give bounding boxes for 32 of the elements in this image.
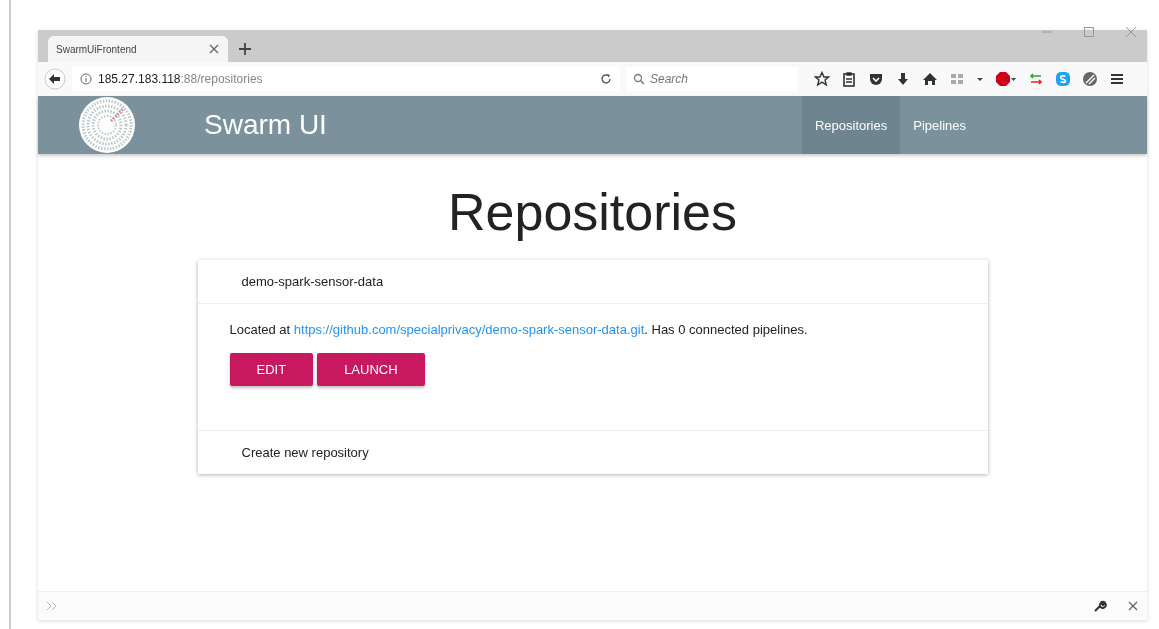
repository-name: demo-spark-sensor-data bbox=[241, 274, 384, 289]
address-bar[interactable]: 185.27.183.118:88/repositories bbox=[72, 67, 620, 91]
info-icon[interactable] bbox=[80, 73, 92, 85]
close-icon[interactable] bbox=[1125, 26, 1137, 38]
arrows-icon[interactable] bbox=[1028, 71, 1044, 87]
new-tab-icon[interactable] bbox=[238, 42, 252, 56]
clipboard-icon[interactable] bbox=[841, 71, 857, 87]
browser-tab[interactable]: SwarmUiFrontend bbox=[48, 36, 228, 62]
maximize-icon[interactable] bbox=[1083, 26, 1095, 38]
close-icon[interactable] bbox=[208, 43, 220, 55]
back-icon[interactable] bbox=[44, 68, 66, 90]
create-repository-item[interactable]: Create new repository bbox=[241, 445, 369, 460]
striped-circle-icon[interactable] bbox=[1082, 71, 1098, 87]
search-field[interactable]: Search bbox=[626, 67, 798, 91]
app-title: Swarm UI bbox=[204, 109, 327, 141]
nav-link[interactable]: Repositories bbox=[801, 96, 901, 154]
download-icon[interactable] bbox=[895, 71, 911, 87]
action-button[interactable]: EDIT bbox=[229, 353, 314, 386]
close-icon[interactable] bbox=[1127, 600, 1139, 612]
reload-icon[interactable] bbox=[600, 73, 612, 85]
stop-sign-icon[interactable] bbox=[995, 71, 1017, 87]
wrench-icon[interactable] bbox=[1093, 599, 1107, 613]
page-heading: Repositories bbox=[448, 182, 737, 242]
pocket-icon[interactable] bbox=[868, 71, 884, 87]
menu-icon[interactable] bbox=[1109, 71, 1125, 87]
tab-title: SwarmUiFrontend bbox=[56, 43, 137, 55]
s-badge-icon[interactable] bbox=[1055, 71, 1071, 87]
action-button[interactable]: LAUNCH bbox=[317, 353, 425, 386]
star-icon[interactable] bbox=[814, 71, 830, 87]
repository-description: Located at https://github.com/specialprivacy/demo-spark-sensor-data.git. Has 0 connected pipelines. bbox=[229, 322, 809, 337]
nav-link[interactable]: Pipelines bbox=[900, 96, 979, 154]
home-icon[interactable] bbox=[922, 71, 938, 87]
